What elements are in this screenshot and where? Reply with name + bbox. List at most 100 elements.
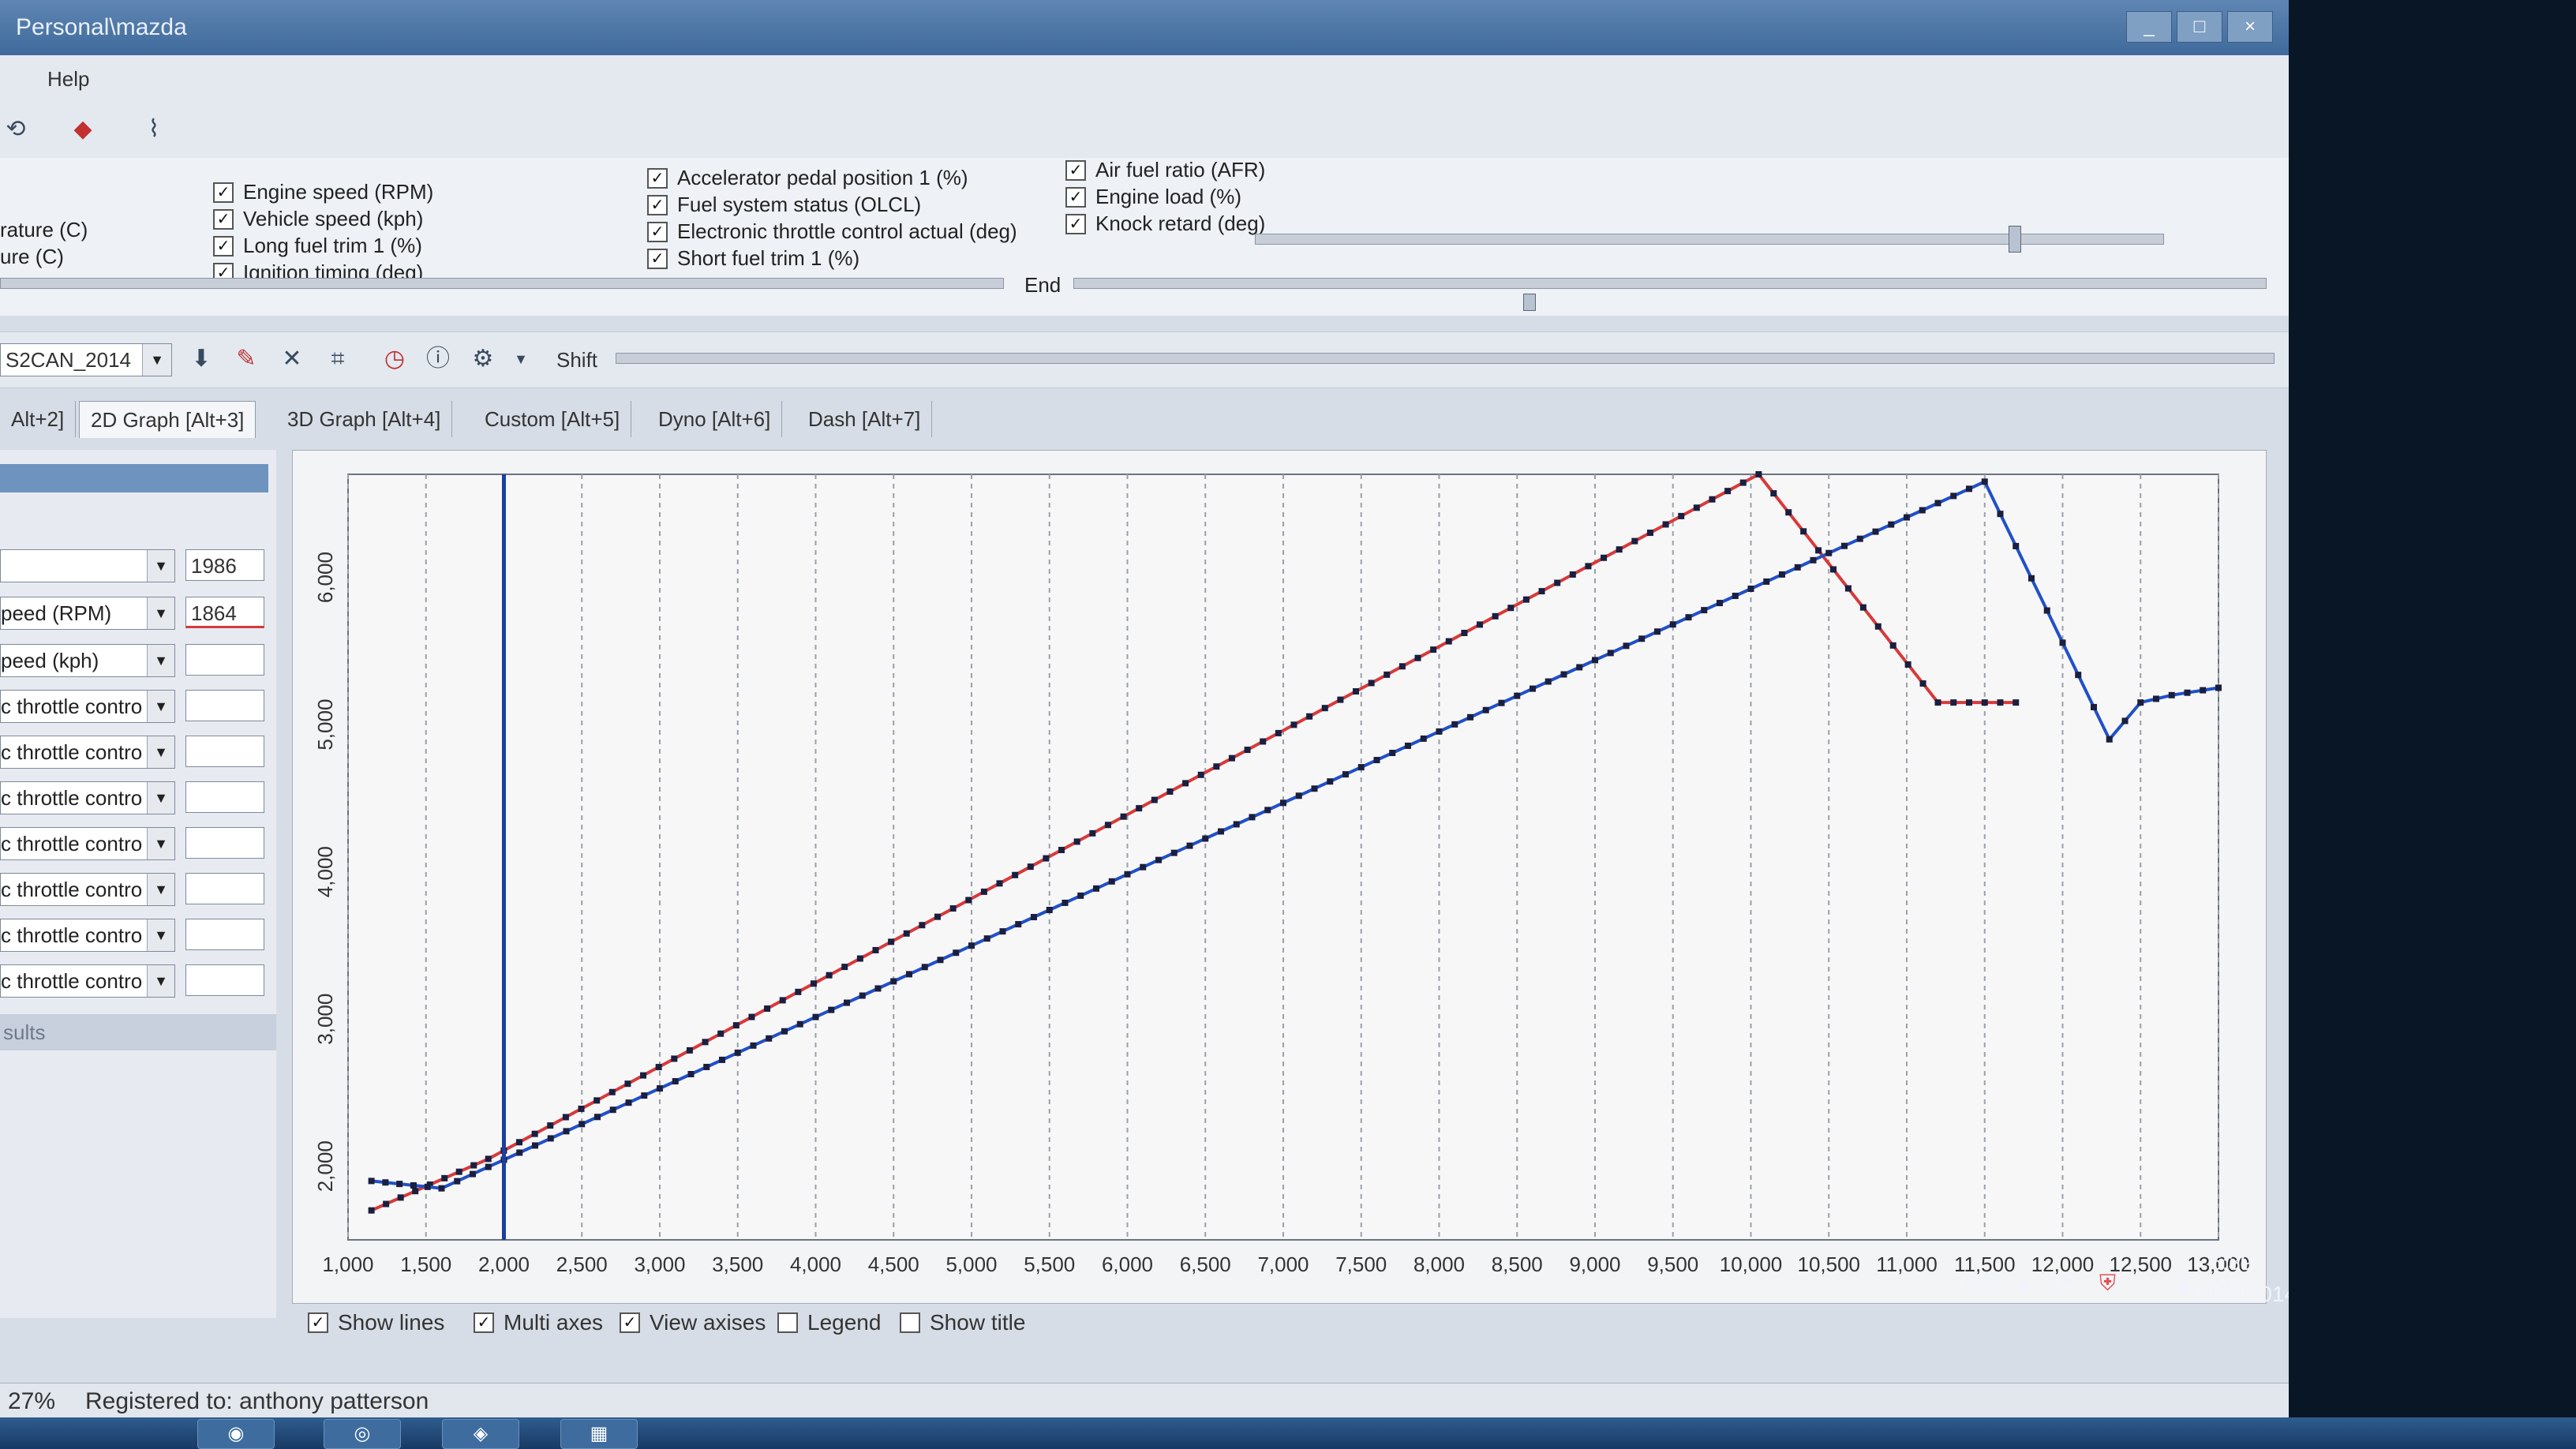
data-point	[470, 1162, 477, 1169]
pid-checkbox[interactable]: ✓ Engine load (%)	[1065, 185, 1241, 209]
channel-select[interactable]: c throttle contro ▼	[0, 873, 175, 906]
checkbox-icon[interactable]	[777, 1312, 798, 1333]
end-slider-thumb[interactable]	[1523, 294, 1536, 311]
channel-select[interactable]: c throttle contro ▼	[0, 964, 175, 998]
chevron-down-icon[interactable]: ▼	[142, 344, 171, 376]
data-point	[750, 1042, 757, 1049]
pid-checkbox[interactable]: ✓ Air fuel ratio (AFR)	[1065, 158, 1265, 182]
chevron-down-icon[interactable]: ▼	[147, 965, 174, 997]
start-slider-thumb[interactable]	[2009, 226, 2021, 253]
chrome-icon[interactable]: ◎	[324, 1419, 401, 1449]
data-point	[844, 999, 850, 1006]
graph-icon[interactable]: ⌇	[138, 114, 170, 145]
mazda-app-icon[interactable]: ◈	[442, 1419, 519, 1449]
checkbox-icon[interactable]: ✓	[1065, 159, 1086, 181]
checkbox-icon[interactable]	[900, 1312, 920, 1333]
data-point	[1414, 654, 1421, 661]
close-button[interactable]: ×	[2227, 11, 2273, 43]
chevron-down-icon[interactable]: ▼	[147, 550, 174, 582]
show-hidden-icons[interactable]: ▲	[2012, 1271, 2035, 1296]
channel-panel: ▼ 1986 peed (RPM) ▼ 1864 peed (kph) ▼ c th…	[0, 450, 276, 1318]
checkbox-icon[interactable]: ✓	[308, 1312, 328, 1333]
pid-checkbox[interactable]: ✓ Vehicle speed (kph)	[213, 207, 423, 231]
data-point	[578, 1121, 586, 1128]
show-lines-checkbox[interactable]: ✓ Show lines	[308, 1310, 444, 1335]
tab-dyno[interactable]: Dyno [Alt+6]	[647, 401, 783, 437]
view-axises-checkbox[interactable]: ✓ View axises	[620, 1310, 766, 1335]
chevron-down-icon[interactable]: ▼	[147, 645, 174, 676]
shield-icon[interactable]: ⛨	[2099, 1271, 2116, 1297]
edit-icon[interactable]: ✎	[230, 343, 262, 375]
tab-2d-graph[interactable]: 2D Graph [Alt+3]	[79, 401, 256, 438]
show-title-checkbox[interactable]: Show title	[900, 1310, 1025, 1335]
gauge-icon[interactable]: ◷	[379, 343, 410, 375]
clock-date[interactable]: 15/12/2014	[2186, 1282, 2297, 1307]
profile-select[interactable]: S2CAN_2014 ▼	[0, 343, 172, 376]
minimize-button[interactable]: _	[2126, 11, 2172, 43]
settings-icon[interactable]: ⚙	[467, 343, 499, 375]
pid-checkbox[interactable]: ✓ Engine speed (RPM)	[213, 180, 433, 204]
chevron-down-icon[interactable]: ▼	[147, 828, 174, 859]
data-point	[410, 1181, 417, 1189]
channel-select[interactable]: c throttle contro ▼	[0, 781, 175, 814]
checkbox-icon[interactable]: ✓	[213, 208, 234, 230]
dropdown-arrow-icon[interactable]: ▼	[505, 343, 537, 375]
checkbox-icon[interactable]: ✓	[647, 221, 668, 242]
chevron-down-icon[interactable]: ▼	[147, 597, 174, 629]
maximize-button[interactable]: □	[2177, 11, 2222, 43]
volume-icon[interactable]: ♪	[2139, 1271, 2150, 1296]
tab-3d-graph[interactable]: 3D Graph [Alt+4]	[276, 401, 453, 437]
refresh-icon[interactable]: ⟲	[0, 114, 32, 145]
rpm-graph[interactable]: 1,000 1,500 2,000 2,500 3,000 3,500 4,000 4,500…	[293, 451, 2266, 1303]
range-track-left[interactable]	[0, 278, 1004, 289]
chevron-down-icon[interactable]: ▼	[147, 874, 174, 905]
pid-checkbox[interactable]: ✓ Short fuel trim 1 (%)	[647, 246, 859, 271]
chevron-down-icon[interactable]: ▼	[147, 691, 174, 722]
start-orb-icon[interactable]: ◉	[197, 1419, 275, 1449]
pid-checkbox[interactable]: ✓ Electronic throttle control actual (deg…	[647, 219, 1017, 244]
multi-axes-checkbox[interactable]: ✓ Multi axes	[474, 1310, 603, 1335]
keyboard-icon[interactable]: ⌨	[1965, 1271, 1997, 1297]
record-icon[interactable]: ◆	[67, 114, 99, 145]
channel-select[interactable]: c throttle contro ▼	[0, 827, 175, 860]
start-range-slider[interactable]	[1255, 234, 2164, 245]
graph-zoom-icon[interactable]: ⌗	[322, 343, 354, 375]
channel-select[interactable]: c throttle contro ▼	[0, 736, 175, 769]
channel-select[interactable]: c throttle contro ▼	[0, 690, 175, 723]
delete-icon[interactable]: ✕	[276, 343, 308, 375]
pid-checkbox[interactable]: ✓ Long fuel trim 1 (%)	[213, 234, 422, 258]
shift-slider[interactable]	[616, 353, 2275, 364]
tab-alt2[interactable]: Alt+2]	[0, 401, 77, 437]
tab-custom[interactable]: Custom [Alt+5]	[474, 401, 632, 437]
channel-value	[185, 736, 264, 767]
checkbox-icon[interactable]: ✓	[213, 235, 234, 256]
pid-checkbox[interactable]: ✓ Accelerator pedal position 1 (%)	[647, 166, 968, 190]
channel-select[interactable]: ▼	[0, 549, 175, 582]
end-range-slider[interactable]	[1073, 278, 2267, 289]
channel-select[interactable]: peed (kph) ▼	[0, 644, 175, 677]
chevron-down-icon[interactable]: ▼	[147, 782, 174, 814]
checkbox-icon[interactable]: ✓	[1065, 213, 1086, 234]
checkbox-icon[interactable]: ✓	[213, 182, 234, 203]
channel-select[interactable]: c throttle contro ▼	[0, 919, 175, 952]
data-point	[2043, 607, 2050, 614]
legend-checkbox[interactable]: Legend	[777, 1310, 881, 1335]
info-icon[interactable]: ⓘ	[422, 343, 454, 375]
checkbox-icon[interactable]: ✓	[620, 1312, 640, 1333]
channel-select[interactable]: peed (RPM) ▼	[0, 597, 175, 630]
tab-dash[interactable]: Dash [Alt+7]	[797, 401, 933, 437]
flag-icon[interactable]: ⚑	[2056, 1271, 2076, 1297]
checkbox-icon[interactable]: ✓	[647, 167, 668, 189]
pid-checkbox[interactable]: ✓ Knock retard (deg)	[1065, 212, 1265, 236]
data-point	[1445, 638, 1452, 645]
checkbox-icon[interactable]: ✓	[647, 248, 668, 269]
chevron-down-icon[interactable]: ▼	[147, 919, 174, 951]
checkbox-icon[interactable]: ✓	[1065, 186, 1086, 208]
pid-checkbox[interactable]: ✓ Fuel system status (OLCL)	[647, 193, 921, 217]
download-icon[interactable]: ⬇	[185, 343, 217, 375]
chevron-down-icon[interactable]: ▼	[147, 736, 174, 768]
checkbox-icon[interactable]: ✓	[474, 1312, 494, 1333]
calculator-icon[interactable]: ▦	[560, 1419, 638, 1449]
checkbox-icon[interactable]: ✓	[647, 194, 668, 215]
menu-help[interactable]: Help	[47, 67, 89, 92]
